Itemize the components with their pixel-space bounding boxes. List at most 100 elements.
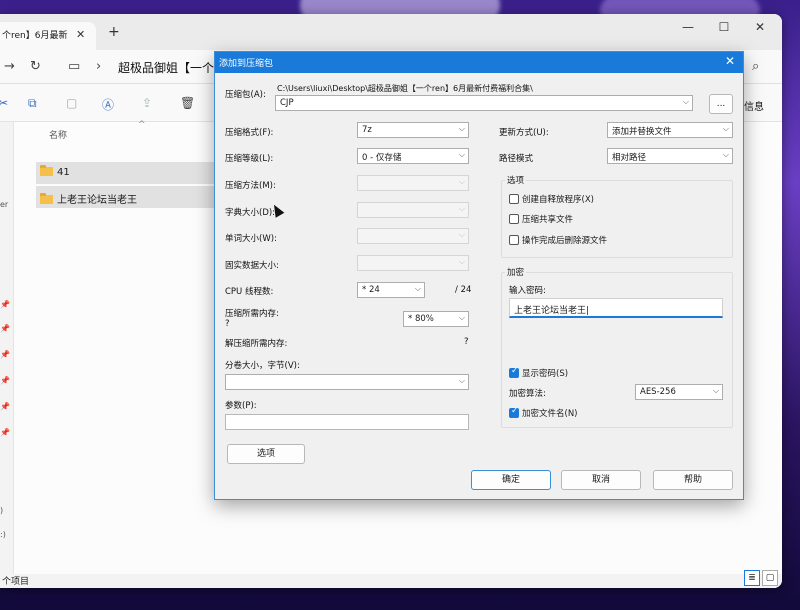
chevron-down-icon: ⌵ [722,150,729,159]
file-name: 41 [57,167,70,178]
help-button[interactable]: 帮助 [653,470,733,490]
forward-icon[interactable]: → [4,59,15,74]
pin-icon: 📌 [0,300,10,309]
archive-label: 压缩包(A): [225,90,266,100]
refresh-icon[interactable]: ↻ [30,59,41,74]
file-name: 上老王论坛当老王 [57,195,137,206]
show-password-checkbox[interactable]: 显示密码(S) [509,366,568,379]
file-row[interactable]: 41 [36,162,218,184]
checkbox-icon [509,194,519,204]
password-label: 输入密码: [509,286,546,296]
update-mode-value: 添加并替换文件 [612,127,672,137]
pin-icon: 📌 [0,428,10,437]
path-mode-select[interactable]: 相对路径 ⌵ [607,148,733,164]
chevron-down-icon: ⌵ [414,284,421,293]
cpu-threads-select[interactable]: * 24 ⌵ [357,282,425,298]
params-input[interactable] [225,414,469,430]
chevron-down-icon: ⌵ [722,124,729,133]
share-icon[interactable]: ⇪ [142,96,152,110]
solid-select: ⌵ [357,255,469,271]
word-label: 单词大小(W): [225,234,277,244]
breadcrumb[interactable]: 超极品御姐【一个re [118,59,226,76]
search-icon[interactable]: ⌕ [752,59,759,74]
memory-unknown: ? [225,319,230,329]
chevron-right-icon[interactable]: › [96,59,101,74]
word-select: ⌵ [357,228,469,244]
cpu-threads-value: * 24 [362,285,380,295]
encryption-method-select[interactable]: AES-256 ⌵ [635,384,723,400]
checkbox-checked-icon [509,366,519,378]
update-mode-label: 更新方式(U): [499,128,549,138]
maximize-icon[interactable]: ☐ [714,20,734,34]
monitor-icon[interactable]: ▭ [68,59,80,74]
close-tab-icon[interactable]: ✕ [76,28,85,41]
archive-name-combo[interactable]: CJP ⌵ [275,95,693,111]
cpu-max: / 24 [455,285,472,295]
chevron-down-icon: ⌵ [682,97,689,106]
memory-label: 压缩所需内存: [225,309,279,319]
checkbox-checked-icon [509,406,519,418]
pin-icon: 📌 [0,324,10,333]
details-view-icon[interactable]: ≣ [744,570,760,586]
update-mode-select[interactable]: 添加并替换文件 ⌵ [607,122,733,138]
sfx-checkbox[interactable]: 创建自释放程序(X) [509,193,594,205]
dict-label: 字典大小(D): [225,208,276,218]
close-window-icon[interactable]: ✕ [750,20,770,34]
dialog-titlebar: 添加到压缩包 ✕ [215,52,743,73]
split-size-combo[interactable]: ⌵ [225,374,469,390]
decomp-memory-label: 解压缩所需内存: [225,339,288,349]
nav-pane-item[interactable]: er [0,200,8,209]
chevron-down-icon: ⌵ [458,177,465,186]
memory-select[interactable]: * 80% ⌵ [403,311,469,327]
cancel-button[interactable]: 取消 [561,470,641,490]
delete-after-checkbox[interactable]: 操作完成后删除源文件 [509,234,607,246]
encrypt-names-checkbox[interactable]: 加密文件名(N) [509,406,578,419]
ok-button[interactable]: 确定 [471,470,551,490]
nav-pane-item[interactable]: ) [0,506,3,515]
cut-icon[interactable]: ✂ [0,96,8,110]
decomp-memory-value: ? [464,337,469,347]
password-input[interactable]: 上老王论坛当老王| [509,298,723,318]
column-header-name[interactable]: 名称 [49,128,67,141]
new-tab-icon[interactable]: + [108,24,120,40]
format-label: 压缩格式(F): [225,128,274,138]
sfx-label: 创建自释放程序(X) [522,195,594,205]
format-value: 7z [362,125,372,135]
nav-pane-item[interactable]: :) [0,530,6,539]
pin-icon: 📌 [0,350,10,359]
copy-icon[interactable]: ⧉ [28,96,37,111]
browse-button[interactable]: ... [709,94,733,114]
chevron-down-icon: ⌵ [458,204,465,213]
shared-files-checkbox[interactable]: 压缩共享文件 [509,213,573,225]
delete-icon[interactable]: 🗑 [180,96,195,110]
status-bar: 个项目 [0,574,782,588]
paste-icon[interactable]: ▢ [66,96,77,110]
options-button[interactable]: 选项 [227,444,305,464]
sort-up-icon: ^ [138,120,146,130]
details-button[interactable]: 信息 [744,98,764,113]
dialog-title: 添加到压缩包 [219,59,274,69]
encryption-group-title: 加密 [505,266,527,278]
encryption-method-value: AES-256 [640,387,676,397]
memory-value: * 80% [408,314,434,324]
options-group-title: 选项 [505,174,527,186]
file-row[interactable]: 上老王论坛当老王 [36,186,218,208]
folder-icon [40,193,53,204]
minimize-icon[interactable]: — [678,20,698,34]
encryption-method-label: 加密算法: [509,389,546,399]
explorer-tab[interactable]: 个ren】6月最新 ✕ [0,22,96,50]
tiles-view-icon[interactable]: ▢ [762,570,778,586]
pin-icon: 📌 [0,402,10,411]
split-label: 分卷大小，字节(V): [225,361,300,371]
rename-icon[interactable]: Ⓐ [102,96,114,113]
close-icon[interactable]: ✕ [725,54,735,68]
cpu-label: CPU 线程数: [225,287,274,297]
chevron-down-icon: ⌵ [458,257,465,266]
add-to-archive-dialog: 添加到压缩包 ✕ 压缩包(A): C:\Users\liuxi\Desktop\… [214,51,744,500]
format-select[interactable]: 7z ⌵ [357,122,469,138]
archive-path: C:\Users\liuxi\Desktop\超极品御姐【一个ren】6月最新付… [277,84,533,93]
chevron-down-icon: ⌵ [458,376,465,385]
pin-icon: 📌 [0,376,10,385]
tab-title: 个ren】6月最新 [2,31,68,41]
level-select[interactable]: 0 - 仅存储 ⌵ [357,148,469,164]
